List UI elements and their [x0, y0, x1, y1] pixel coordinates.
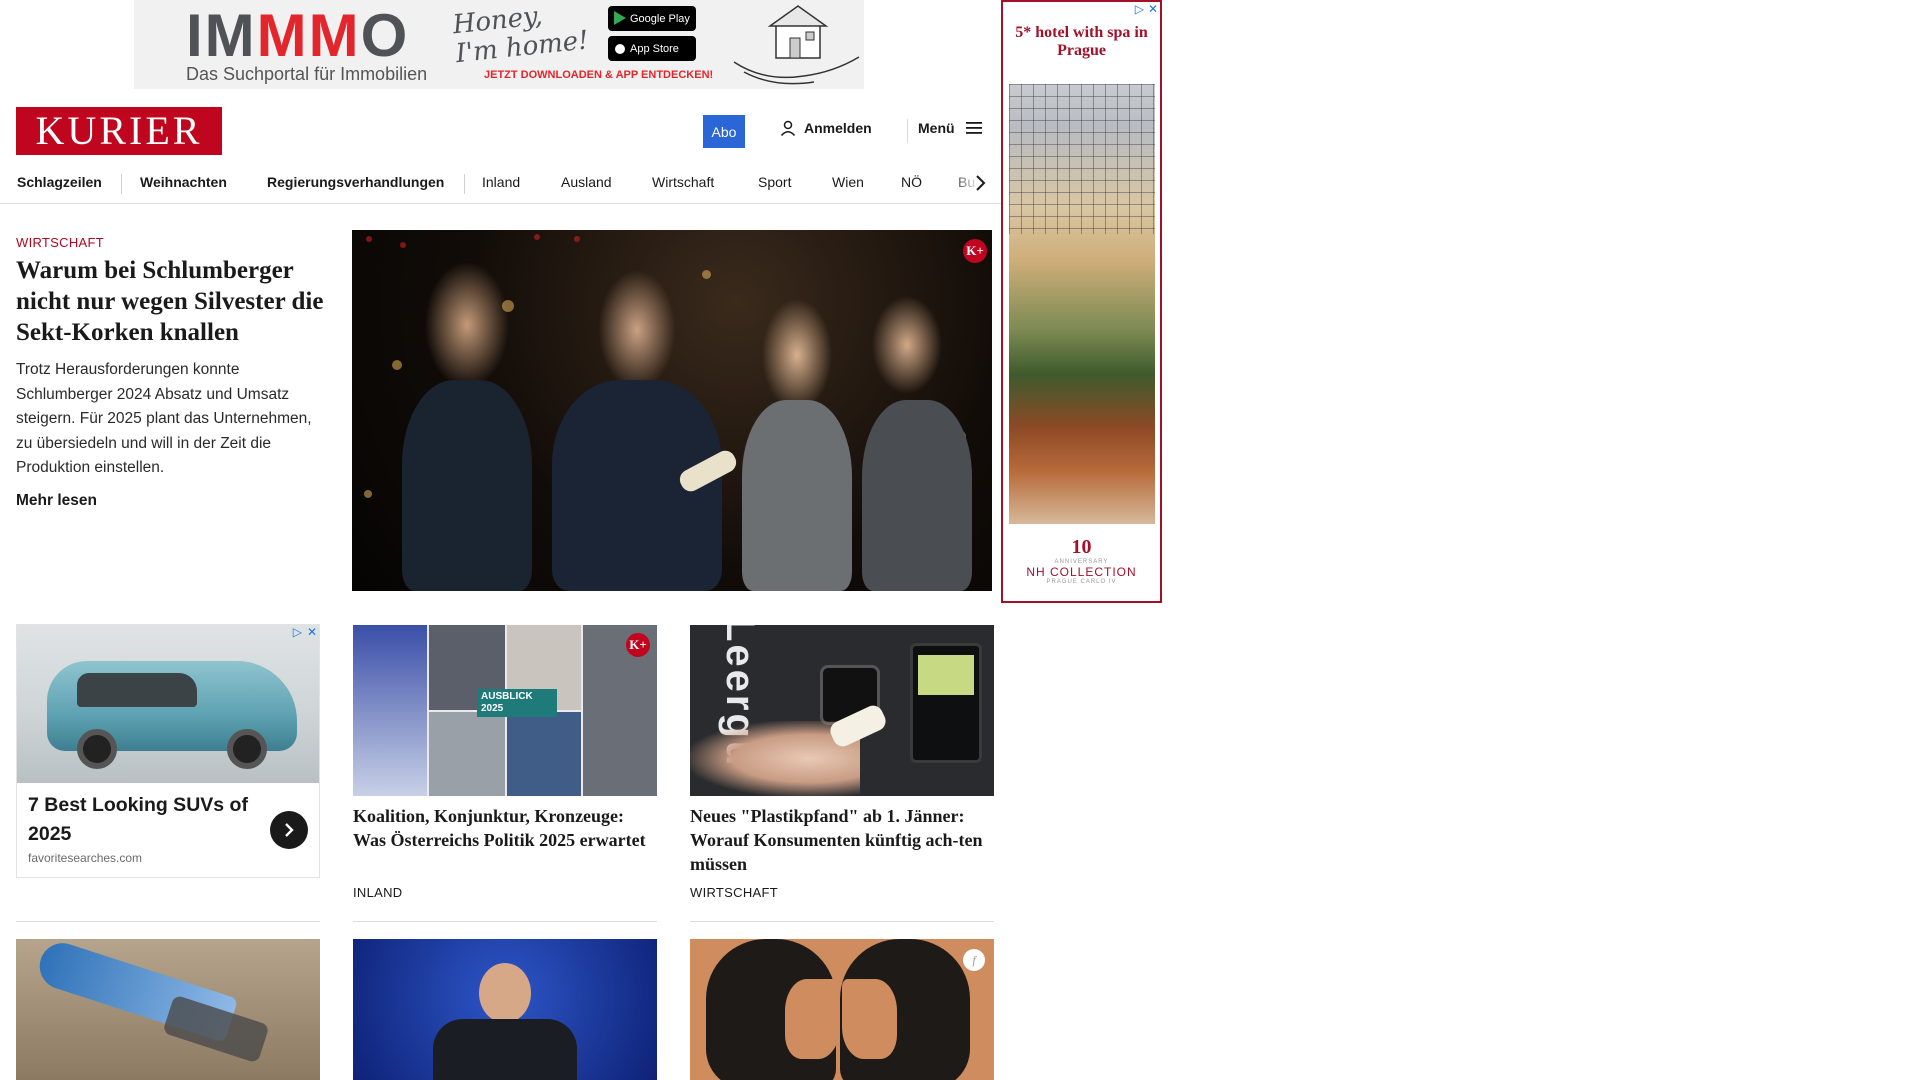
apple-icon	[615, 44, 625, 54]
sponsored-card[interactable]: ▷ ✕ 7 Best Looking SUVs of 2025 favorite…	[16, 624, 320, 878]
card-category[interactable]: WIRTSCHAFT	[690, 885, 778, 900]
play-store-icon	[614, 11, 626, 25]
adchoices-icon[interactable]: ▷	[293, 625, 302, 639]
ausblick-overlay: AUSBLICK 2025	[477, 689, 557, 717]
lead-category[interactable]: WIRTSCHAFT	[16, 235, 104, 250]
nav-item-schlagzeilen[interactable]: Schlagzeilen	[17, 174, 102, 190]
sponsored-title[interactable]: 7 Best Looking SUVs of 2025	[28, 791, 258, 849]
nav-item-ausland[interactable]: Ausland	[561, 174, 612, 190]
side-ad-headline: 5* hotel with spa in Prague	[1015, 24, 1148, 60]
card-divider	[16, 921, 320, 922]
ad-choices[interactable]: ▷ ✕	[1135, 2, 1158, 16]
nav-item-wirtschaft[interactable]: Wirtschaft	[652, 174, 714, 190]
nh-collection-logo: 10 ANNIVERSARY NH COLLECTION PRAGUE CARL…	[1026, 536, 1137, 585]
header-divider	[907, 119, 908, 143]
side-skyscraper-ad[interactable]: ▷ ✕ 5* hotel with spa in Prague 10 ANNIV…	[1001, 0, 1162, 603]
top-banner-ad[interactable]: IMMMO Das Suchportal für Immobilien Hone…	[134, 0, 864, 89]
kurier-logo[interactable]: KURIER	[16, 107, 222, 155]
immmo-logo: IMMMO	[186, 2, 410, 69]
section-nav: Schlagzeilen Weihnachten Regierungsverha…	[0, 164, 1001, 204]
deposit-machine-image[interactable]: Leergu	[690, 625, 994, 796]
close-icon[interactable]: ✕	[307, 625, 317, 639]
close-icon[interactable]: ✕	[1148, 2, 1158, 16]
abo-button[interactable]: Abo	[703, 115, 745, 148]
house-hand-illustration	[733, 5, 860, 85]
lead-headline[interactable]: Warum bei Schlumberger nicht nur wegen S…	[16, 255, 326, 348]
kplus-badge: K+	[626, 633, 650, 657]
nav-divider	[121, 174, 122, 194]
login-button[interactable]: Anmelden	[780, 120, 872, 136]
chevron-right-icon	[285, 823, 294, 837]
ad-tagline: Das Suchportal für Immobilien	[186, 64, 428, 84]
user-icon	[780, 120, 796, 136]
nav-item-sport[interactable]: Sport	[758, 174, 791, 190]
card-divider	[690, 921, 994, 922]
politics-collage-image[interactable]: AUSBLICK 2025 K+	[353, 625, 657, 796]
hamburger-icon	[965, 122, 982, 134]
hotel-lobby-image	[1009, 84, 1155, 524]
nav-item-regierungsverhandlungen[interactable]: Regierungsverhandlungen	[267, 174, 444, 190]
ad-script-text: Honey, I'm home!	[451, 1, 590, 69]
card-headline[interactable]: Neues "Plastikpfand" ab 1. Jänner: Worau…	[690, 804, 994, 876]
menu-button[interactable]: Menü	[918, 120, 983, 136]
plane-crash-image[interactable]	[16, 939, 320, 1080]
chevron-right-icon[interactable]	[972, 172, 988, 194]
nav-item-noe[interactable]: NÖ	[901, 174, 922, 190]
sponsored-go-button[interactable]	[270, 811, 308, 849]
ad-choices[interactable]: ▷ ✕	[293, 625, 317, 639]
kiss-illustration-image[interactable]: f	[690, 939, 994, 1080]
card-category[interactable]: INLAND	[353, 885, 402, 900]
app-store-badge[interactable]: App Store	[608, 36, 696, 61]
ad-cta: JETZT DOWNLOADEN & APP ENTDECKEN!	[484, 69, 714, 81]
premium-icon: f	[963, 949, 985, 971]
read-more-link[interactable]: Mehr lesen	[16, 492, 97, 510]
nav-divider	[464, 174, 465, 194]
card-headline[interactable]: Koalition, Konjunktur, Kronzeuge: Was Ös…	[353, 804, 657, 852]
sponsored-source: favoritesearches.com	[28, 851, 143, 865]
adchoices-icon[interactable]: ▷	[1135, 2, 1144, 16]
presenter-image[interactable]	[353, 939, 657, 1080]
google-play-badge[interactable]: Google Play	[608, 6, 696, 31]
nav-item-inland[interactable]: Inland	[482, 174, 520, 190]
nav-item-wien[interactable]: Wien	[832, 174, 864, 190]
lead-teaser: Trotz Herausforderungen konnte Schlumber…	[16, 361, 312, 476]
lead-image[interactable]: K+	[352, 230, 992, 591]
card-divider	[353, 921, 657, 922]
nav-item-weihnachten[interactable]: Weihnachten	[140, 174, 227, 190]
kplus-badge: K+	[963, 239, 987, 263]
suv-image	[17, 625, 319, 783]
